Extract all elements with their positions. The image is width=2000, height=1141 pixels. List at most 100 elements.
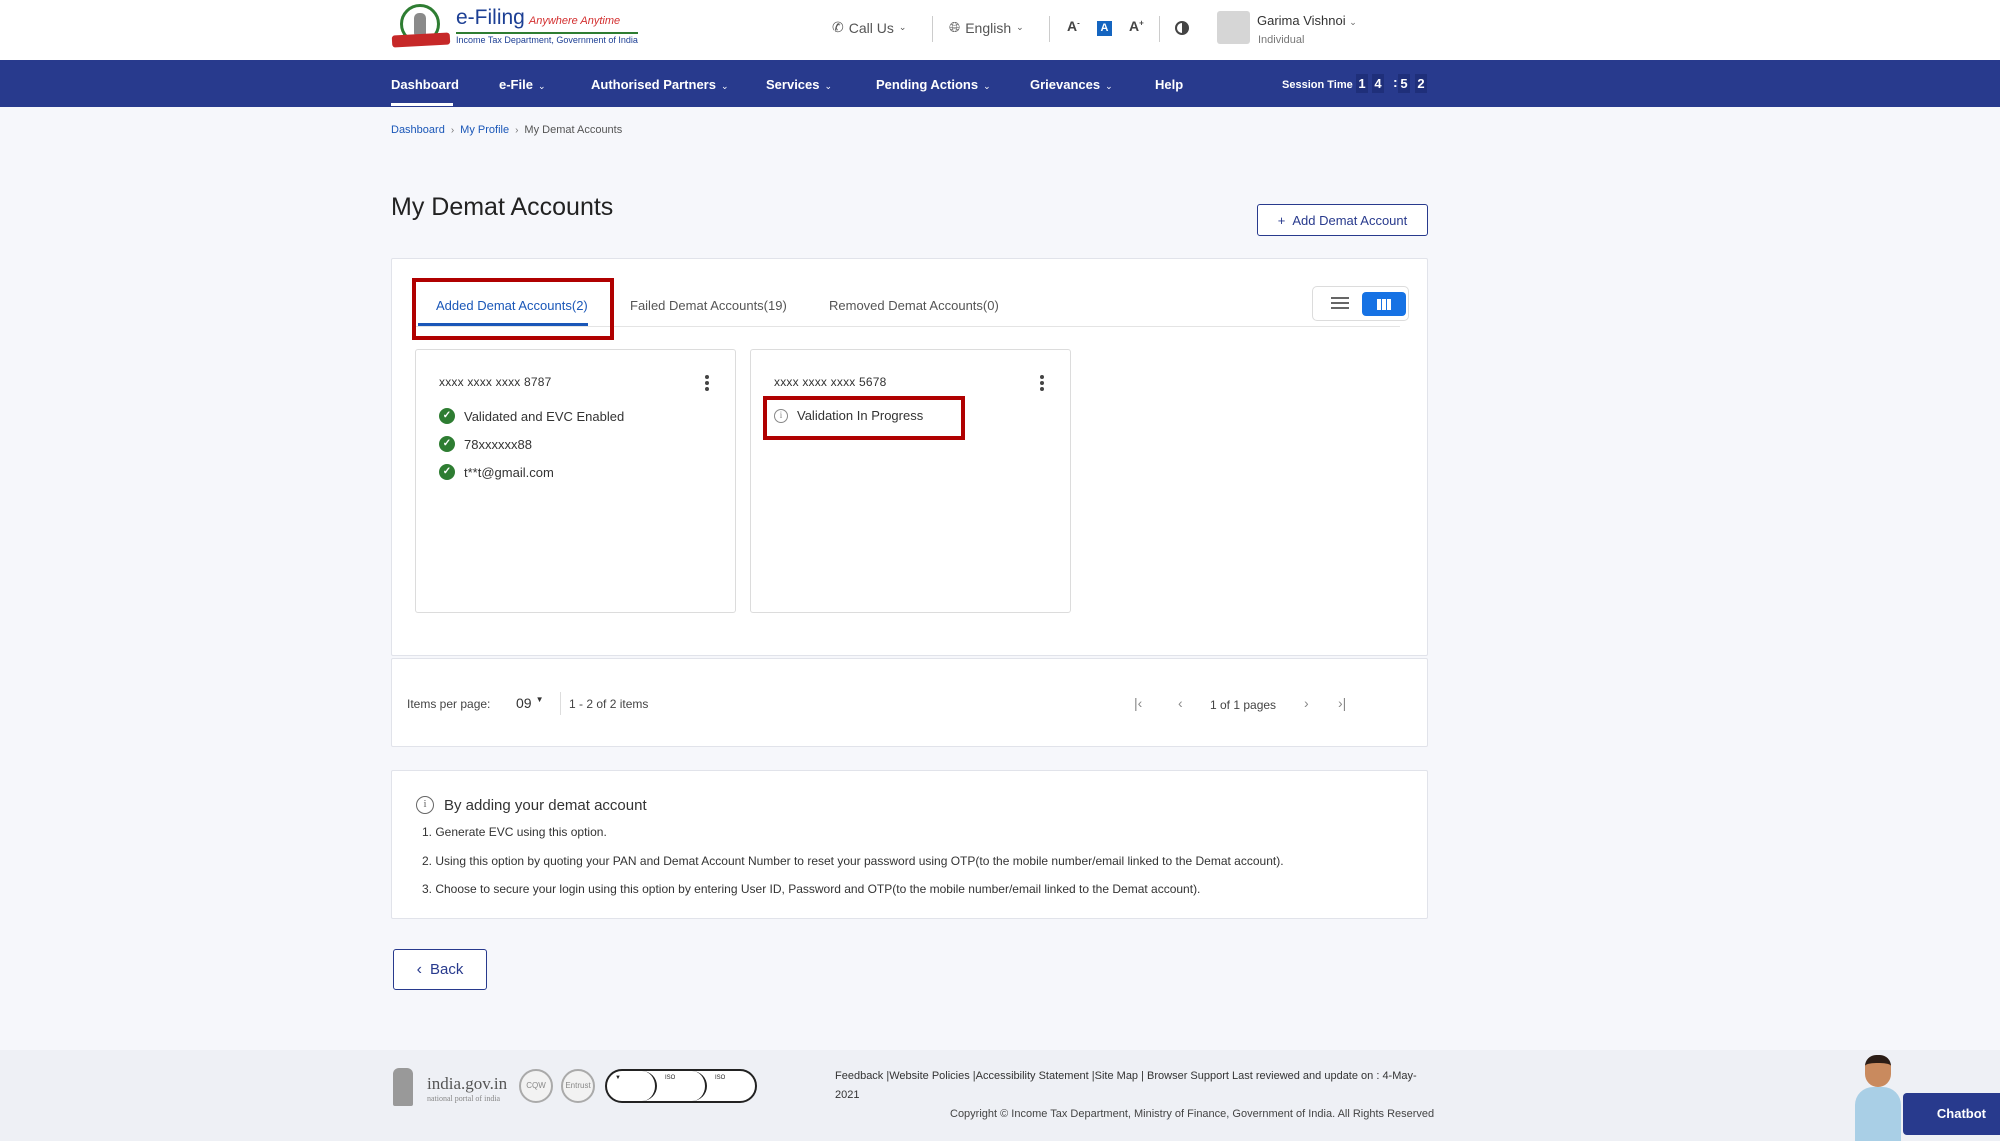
user-name: Garima Vishnoi (1257, 13, 1346, 28)
iso-badge-icon: ▼ (607, 1071, 657, 1101)
previous-page-icon[interactable]: ‹ (1178, 695, 1183, 711)
breadcrumb-separator: › (450, 124, 455, 136)
user-menu[interactable]: Garima Vishnoi ⌄ (1257, 13, 1357, 28)
main-nav: Dashboard e-File ⌄ Authorised Partners ⌄ S… (0, 60, 2000, 107)
normal-font-button[interactable]: A (1097, 21, 1112, 36)
entrust-badge-icon: Entrust (561, 1069, 595, 1103)
call-us-dropdown[interactable]: ✆ Call Us ⌄ (832, 19, 906, 36)
nav-services[interactable]: Services ⌄ (766, 77, 832, 92)
page-title: My Demat Accounts (391, 193, 614, 221)
nav-active-indicator (391, 103, 453, 106)
india-gov-link[interactable]: india.gov.in (427, 1074, 507, 1094)
efiling-logo[interactable]: e-Filing Anywhere Anytime Income Tax Depa… (391, 4, 638, 48)
highlight-box (763, 396, 965, 440)
plus-icon: + (1277, 212, 1286, 228)
iso-badge-icon: ISO (657, 1071, 707, 1101)
globe-icon: 🌐︎ (949, 19, 961, 35)
chevron-down-icon: ⌄ (983, 81, 991, 91)
language-dropdown[interactable]: 🌐︎ English ⌄ (949, 19, 1024, 36)
info-point: 1. Generate EVC using this option. (422, 825, 607, 839)
list-view-icon[interactable] (1331, 297, 1349, 311)
back-button[interactable]: ‹ Back (393, 949, 487, 990)
info-icon: i (416, 796, 434, 814)
items-per-page-select[interactable]: 09 ▼ (516, 695, 544, 711)
check-circle-icon: ✓ (439, 408, 455, 424)
tab-failed-demat-accounts[interactable]: Failed Demat Accounts(19) (630, 298, 787, 313)
back-label: Back (429, 961, 464, 978)
session-digit: 5 (1398, 74, 1410, 93)
chevron-down-icon: ⌄ (1105, 81, 1113, 91)
more-options-icon[interactable] (1040, 375, 1044, 391)
breadcrumb-dashboard[interactable]: Dashboard (391, 124, 445, 136)
nav-authorised-partners[interactable]: Authorised Partners ⌄ (591, 77, 729, 92)
user-role: Individual (1258, 34, 1305, 46)
chevron-down-icon: ⌄ (1016, 22, 1024, 32)
status-email: ✓ t**t@gmail.com (439, 464, 554, 480)
pagination-bar: Items per page: 09 ▼ 1 - 2 of 2 items |‹ … (391, 658, 1428, 747)
items-range: 1 - 2 of 2 items (569, 697, 649, 711)
check-circle-icon: ✓ (439, 436, 455, 452)
add-demat-account-label: Add Demat Account (1292, 212, 1408, 228)
breadcrumb-my-profile[interactable]: My Profile (460, 124, 509, 136)
emblem-icon (391, 4, 451, 48)
chatbot-button[interactable]: Chatbot (1903, 1093, 2000, 1135)
chatbot-avatar-icon[interactable] (1853, 1055, 1903, 1141)
logo-title: e-Filing (456, 6, 525, 29)
session-digit: 1 (1356, 74, 1368, 93)
nav-grievances[interactable]: Grievances ⌄ (1030, 77, 1113, 92)
highlight-box (412, 278, 614, 340)
nav-pending-actions[interactable]: Pending Actions ⌄ (876, 77, 991, 92)
status-validated: ✓ Validated and EVC Enabled (439, 408, 624, 424)
iso-certification-badges: ▼ ISO ISO (605, 1069, 757, 1103)
footer-links[interactable]: Feedback |Website Policies |Accessibilit… (835, 1070, 1417, 1082)
last-page-icon[interactable]: ›| (1338, 695, 1346, 711)
account-number: xxxx xxxx xxxx 5678 (774, 375, 887, 389)
india-gov-subtitle: national portal of india (427, 1094, 501, 1103)
nav-help[interactable]: Help (1155, 77, 1183, 92)
page-info: 1 of 1 pages (1210, 698, 1277, 712)
header: e-Filing Anywhere Anytime Income Tax Depa… (0, 0, 2000, 60)
grid-view-icon[interactable] (1362, 292, 1406, 316)
info-point: 3. Choose to secure your login using thi… (422, 882, 1201, 896)
view-toggle (1312, 286, 1409, 321)
divider (560, 692, 561, 715)
breadcrumb: Dashboard › My Profile › My Demat Accoun… (391, 124, 622, 136)
language-label: English (965, 19, 1012, 36)
caret-down-icon: ▼ (535, 695, 544, 704)
divider (932, 16, 933, 42)
info-panel: i By adding your demat account 1. Genera… (391, 770, 1428, 919)
decrease-font-button[interactable]: A- (1067, 18, 1080, 34)
increase-font-button[interactable]: A+ (1129, 18, 1144, 34)
national-emblem-icon (393, 1068, 413, 1106)
avatar[interactable] (1217, 11, 1250, 44)
next-page-icon[interactable]: › (1304, 695, 1309, 711)
breadcrumb-current: My Demat Accounts (524, 124, 623, 136)
add-demat-account-button[interactable]: + Add Demat Account (1257, 204, 1428, 236)
session-digit: 2 (1415, 74, 1427, 93)
breadcrumb-separator: › (515, 124, 519, 136)
info-heading: i By adding your demat account (416, 796, 647, 814)
first-page-icon[interactable]: |‹ (1134, 695, 1142, 711)
info-point: 2. Using this option by quoting your PAN… (422, 854, 1284, 868)
logo-tagline: Anywhere Anytime (528, 15, 621, 27)
session-separator: : (1393, 74, 1398, 90)
contrast-toggle-icon[interactable] (1175, 21, 1189, 35)
nav-dashboard[interactable]: Dashboard (391, 77, 459, 92)
demat-account-card[interactable]: xxxx xxxx xxxx 5678 i Validation In Prog… (750, 349, 1071, 613)
logo-subtitle: Income Tax Department, Government of Ind… (456, 32, 638, 45)
tab-removed-demat-accounts[interactable]: Removed Demat Accounts(0) (829, 298, 999, 313)
demat-account-card[interactable]: xxxx xxxx xxxx 8787 ✓ Validated and EVC … (415, 349, 736, 613)
session-digit: 4 (1372, 74, 1384, 93)
check-circle-icon: ✓ (439, 464, 455, 480)
status-mobile: ✓ 78xxxxxx88 (439, 436, 532, 452)
nav-efile[interactable]: e-File ⌄ (499, 77, 546, 92)
chevron-down-icon: ⌄ (537, 81, 546, 91)
chevron-down-icon: ⌄ (898, 22, 907, 32)
chevron-left-icon: ‹ (416, 960, 422, 978)
copyright-text: Copyright © Income Tax Department, Minis… (950, 1108, 1435, 1120)
iso-badge-icon: ISO (715, 1075, 726, 1081)
more-options-icon[interactable] (705, 375, 709, 391)
chevron-down-icon: ⌄ (720, 81, 729, 91)
call-us-label: Call Us (848, 19, 894, 36)
session-time-label: Session Time (1282, 79, 1353, 91)
